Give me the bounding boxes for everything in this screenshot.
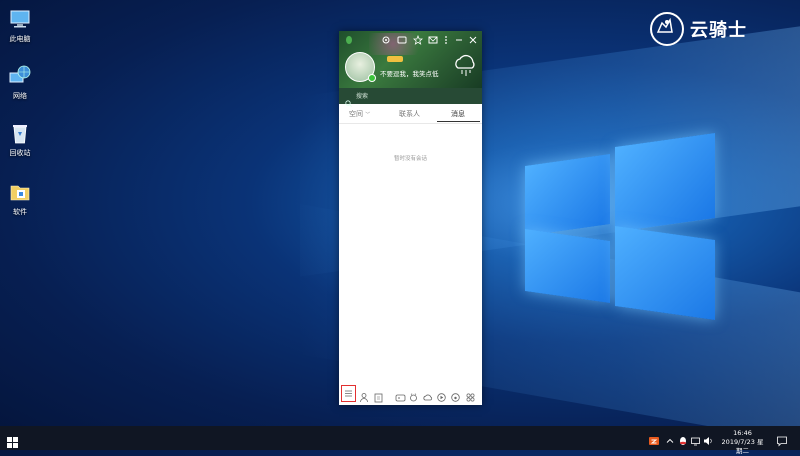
pet-icon[interactable]	[408, 388, 419, 402]
notification-center-icon[interactable]	[776, 432, 788, 447]
windows-start-icon[interactable]	[7, 433, 18, 448]
more-menu-icon[interactable]	[441, 35, 451, 45]
main-menu-button[interactable]	[341, 385, 356, 402]
folder-icon	[8, 180, 32, 204]
mail-icon[interactable]	[428, 35, 438, 45]
menu-icon	[345, 390, 352, 397]
weather-cloud-icon[interactable]	[452, 53, 478, 79]
yunqishi-watermark: 云骑士	[650, 12, 747, 46]
file-manager-icon[interactable]	[373, 388, 384, 403]
minimize-icon[interactable]	[454, 35, 464, 45]
empty-conversations-text: 暂时没有会话	[393, 156, 427, 162]
clock-time: 16:46	[733, 429, 752, 437]
network-tray-icon[interactable]	[690, 432, 702, 446]
active-tab-indicator	[437, 121, 480, 122]
desktop-icon-software-folder[interactable]: 软件	[0, 180, 40, 217]
qq-music-icon[interactable]	[450, 388, 461, 402]
favorites-icon[interactable]	[412, 34, 424, 45]
desktop-icon-label: 网络	[13, 92, 27, 100]
qq-header: 不要逗我，我笑点低	[339, 31, 482, 88]
qq-logo-icon	[344, 35, 354, 45]
qq-tray-icon[interactable]	[677, 432, 689, 445]
add-friend-icon[interactable]	[359, 388, 370, 403]
close-icon[interactable]	[468, 35, 478, 45]
bottom-toolbar	[339, 385, 482, 403]
network-icon	[8, 64, 32, 88]
desktop-icon-label: 软件	[13, 208, 27, 216]
windows-wallpaper-logo	[525, 125, 715, 325]
desktop-icon-recycle-bin[interactable]: 回收站	[0, 121, 40, 158]
tab-label: 空间	[349, 110, 363, 118]
app-center-icon[interactable]	[397, 35, 407, 45]
chevron-down-icon: ﹀	[365, 112, 371, 118]
tab-qzone[interactable]: 空间 ﹀	[349, 109, 370, 119]
qq-main-panel: 不要逗我，我笑点低 空间 ﹀ 联系人 消息 暂时没有会话	[339, 31, 482, 405]
app-manager-icon[interactable]	[465, 388, 476, 402]
tab-contacts[interactable]: 联系人	[399, 109, 420, 119]
online-status-icon[interactable]	[368, 74, 376, 82]
search-input[interactable]	[356, 89, 476, 103]
search-bar[interactable]	[339, 88, 482, 107]
tab-label: 联系人	[399, 110, 420, 118]
search-icon	[345, 92, 352, 107]
tab-label: 消息	[451, 110, 465, 118]
desktop-icon-label: 此电脑	[9, 35, 31, 43]
watermark-text: 云骑士	[690, 20, 747, 41]
nickname[interactable]: 不要逗我，我笑点低	[380, 68, 439, 78]
skin-icon[interactable]	[381, 35, 391, 45]
input-method-icon[interactable]	[648, 432, 660, 445]
tab-messages[interactable]: 消息	[451, 109, 465, 119]
taskbar-clock[interactable]: 16:46 2019/7/23 星期二	[720, 429, 765, 456]
main-tabs: 空间 ﹀ 联系人 消息	[339, 106, 482, 124]
desktop-icon-this-pc[interactable]: 此电脑	[0, 7, 40, 44]
knight-logo-icon	[650, 12, 684, 46]
chevron-up-icon[interactable]	[664, 432, 676, 444]
video-icon[interactable]	[436, 388, 447, 402]
taskbar: 16:46 2019/7/23 星期二	[0, 426, 800, 455]
games-icon[interactable]	[395, 388, 406, 402]
desktop-icon-network[interactable]: 网络	[0, 64, 40, 101]
computer-icon	[8, 7, 32, 31]
recycle-bin-icon	[8, 121, 32, 145]
volume-icon[interactable]	[702, 432, 714, 445]
weiyun-icon[interactable]	[422, 388, 433, 401]
clock-date: 2019/7/23 星期二	[721, 438, 764, 455]
vip-badge[interactable]	[387, 56, 403, 62]
desktop-icon-label: 回收站	[9, 149, 31, 157]
